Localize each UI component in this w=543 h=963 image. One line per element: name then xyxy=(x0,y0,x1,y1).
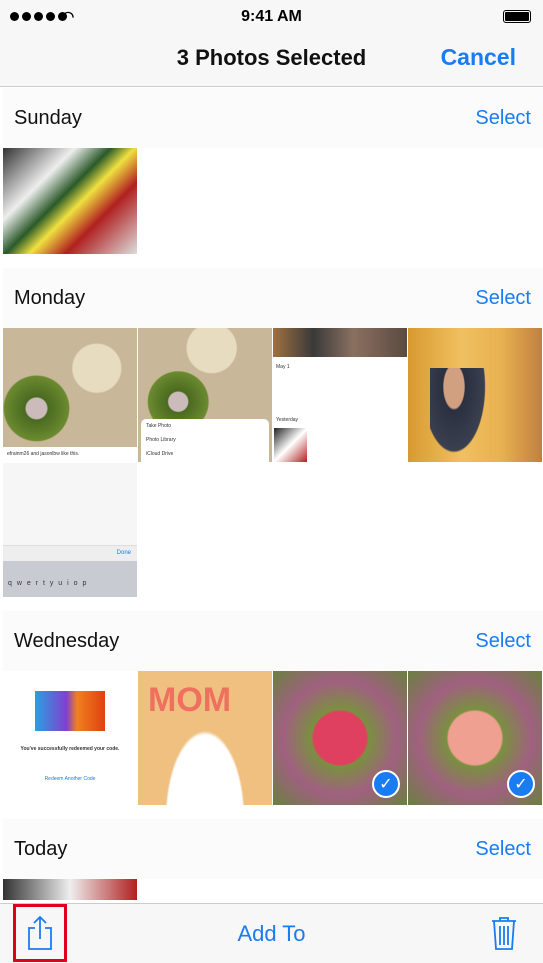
thumbnail-text: Take Photo xyxy=(146,423,172,429)
section-title: Monday xyxy=(14,286,86,309)
thumbnail-text: q w e r t y u i o p xyxy=(8,580,87,587)
photo-thumbnail[interactable]: Done q w e r t y u i o p xyxy=(3,463,137,597)
nav-bar: 3 Photos Selected Cancel xyxy=(0,33,543,87)
select-button[interactable]: Select xyxy=(475,287,531,310)
signal-icon xyxy=(10,12,67,21)
section-title: Sunday xyxy=(14,106,82,129)
thumbnail-text: Redeem Another Code xyxy=(44,776,96,782)
photo-thumbnail[interactable] xyxy=(408,328,542,462)
photo-thumbnail[interactable]: ✓ xyxy=(408,671,542,805)
add-to-button[interactable]: Add To xyxy=(0,921,543,947)
select-button[interactable]: Select xyxy=(475,838,531,861)
selected-check-icon: ✓ xyxy=(372,770,400,798)
photo-thumbnail[interactable]: ✓ xyxy=(273,671,407,805)
battery-icon xyxy=(503,10,531,23)
photo-thumbnail[interactable]: Take Photo Photo Library iCloud Drive xyxy=(138,328,272,462)
photo-thumbnail[interactable]: May 1 Yesterday xyxy=(273,328,407,462)
section-title: Today xyxy=(14,837,68,860)
thumbnail-text: efrainm26 and jasonlbw like this. xyxy=(7,451,80,457)
photo-thumbnail[interactable] xyxy=(3,879,137,900)
trash-icon[interactable] xyxy=(491,916,517,950)
status-bar: ◠ 9:41 AM xyxy=(0,0,543,33)
bottom-toolbar: Add To xyxy=(0,903,543,963)
photo-thumbnail[interactable] xyxy=(3,148,137,254)
thumbnail-text: Yesterday xyxy=(276,417,299,423)
wifi-icon: ◠ xyxy=(62,8,75,24)
selected-check-icon: ✓ xyxy=(507,770,535,798)
select-button[interactable]: Select xyxy=(475,107,531,130)
section-header-monday: Monday Select xyxy=(3,268,543,328)
thumbnail-text: You've successfully redeemed your code. xyxy=(20,746,120,752)
thumbnail-text: Done xyxy=(116,550,131,556)
section-header-sunday: Sunday Select xyxy=(3,88,543,148)
thumbnail-text: Photo Library xyxy=(146,437,176,443)
thumbnail-text: May 1 xyxy=(276,364,290,370)
section-title: Wednesday xyxy=(14,629,120,652)
section-header-wednesday: Wednesday Select xyxy=(3,611,543,671)
section-header-today: Today Select xyxy=(3,819,543,879)
photo-thumbnail[interactable]: MOM xyxy=(138,671,272,805)
photo-list[interactable]: Sunday Select Monday Select efrainm26 an… xyxy=(3,88,543,914)
thumbnail-text: iCloud Drive xyxy=(146,451,174,457)
photo-thumbnail[interactable]: efrainm26 and jasonlbw like this. xyxy=(3,328,137,462)
status-time: 9:41 AM xyxy=(241,7,302,25)
cancel-button[interactable]: Cancel xyxy=(441,44,516,71)
photo-thumbnail[interactable]: You've successfully redeemed your code. … xyxy=(3,671,137,805)
select-button[interactable]: Select xyxy=(475,630,531,653)
